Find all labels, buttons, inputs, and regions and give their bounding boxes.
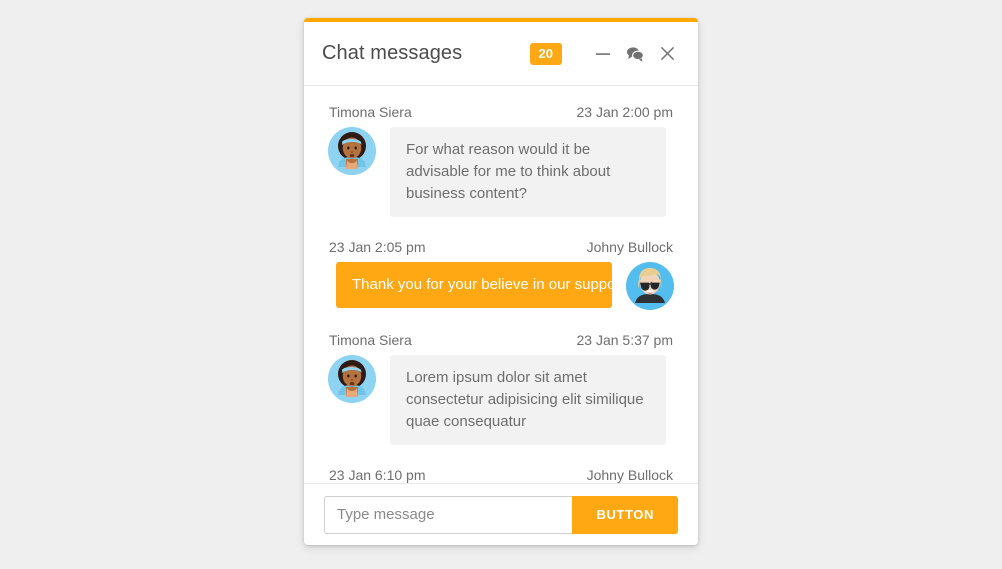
message-bubble: For what reason would it be advisable fo… — [390, 127, 666, 217]
message-author: Johny Bullock — [586, 467, 673, 483]
message-meta: 23 Jan 2:05 pm Johny Bullock — [328, 239, 674, 255]
status-badge: 20 — [529, 42, 562, 65]
avatar — [328, 127, 376, 175]
close-icon[interactable] — [658, 45, 676, 63]
message-author: Timona Siera — [329, 104, 412, 120]
message-timestamp: 23 Jan 6:10 pm — [329, 467, 426, 483]
comments-icon[interactable] — [626, 45, 644, 63]
message-timestamp: 23 Jan 5:37 pm — [576, 332, 673, 348]
chat-message: Timona Siera 23 Jan 2:00 pm For what rea… — [328, 104, 674, 217]
avatar — [626, 262, 674, 310]
message-bubble: Lorem ipsum dolor sit amet consectetur a… — [390, 355, 666, 445]
message-input-group: BUTTON — [324, 495, 678, 534]
send-button[interactable]: BUTTON — [572, 495, 678, 534]
chat-message: 23 Jan 6:10 pm Johny Bullock — [328, 467, 674, 483]
minimize-icon[interactable] — [594, 45, 612, 63]
message-meta: 23 Jan 6:10 pm Johny Bullock — [328, 467, 674, 483]
message-timestamp: 23 Jan 2:05 pm — [329, 239, 426, 255]
chat-message-list[interactable]: Timona Siera 23 Jan 2:00 pm For what rea… — [304, 86, 698, 483]
message-row: Thank you for your believe in our suppor… — [328, 262, 674, 310]
header-actions: 20 — [529, 42, 676, 65]
chat-message: Timona Siera 23 Jan 5:37 pm Lorem ipsum … — [328, 332, 674, 445]
chat-header: Chat messages 20 — [304, 22, 698, 86]
message-row: For what reason would it be advisable fo… — [328, 127, 674, 217]
message-meta: Timona Siera 23 Jan 5:37 pm — [328, 332, 674, 348]
chat-message: 23 Jan 2:05 pm Johny Bullock Thank you f… — [328, 239, 674, 310]
message-input[interactable] — [324, 495, 573, 534]
message-timestamp: 23 Jan 2:00 pm — [576, 104, 673, 120]
page-title: Chat messages — [322, 42, 463, 64]
message-author: Timona Siera — [329, 332, 412, 348]
message-row: Lorem ipsum dolor sit amet consectetur a… — [328, 355, 674, 445]
chat-footer: BUTTON — [304, 483, 698, 545]
chat-widget-card: Chat messages 20 Timona Siera 23 Jan 2:0… — [304, 18, 698, 545]
message-meta: Timona Siera 23 Jan 2:00 pm — [328, 104, 674, 120]
message-author: Johny Bullock — [586, 239, 673, 255]
avatar — [328, 355, 376, 403]
message-bubble: Thank you for your believe in our suppor… — [336, 262, 632, 308]
